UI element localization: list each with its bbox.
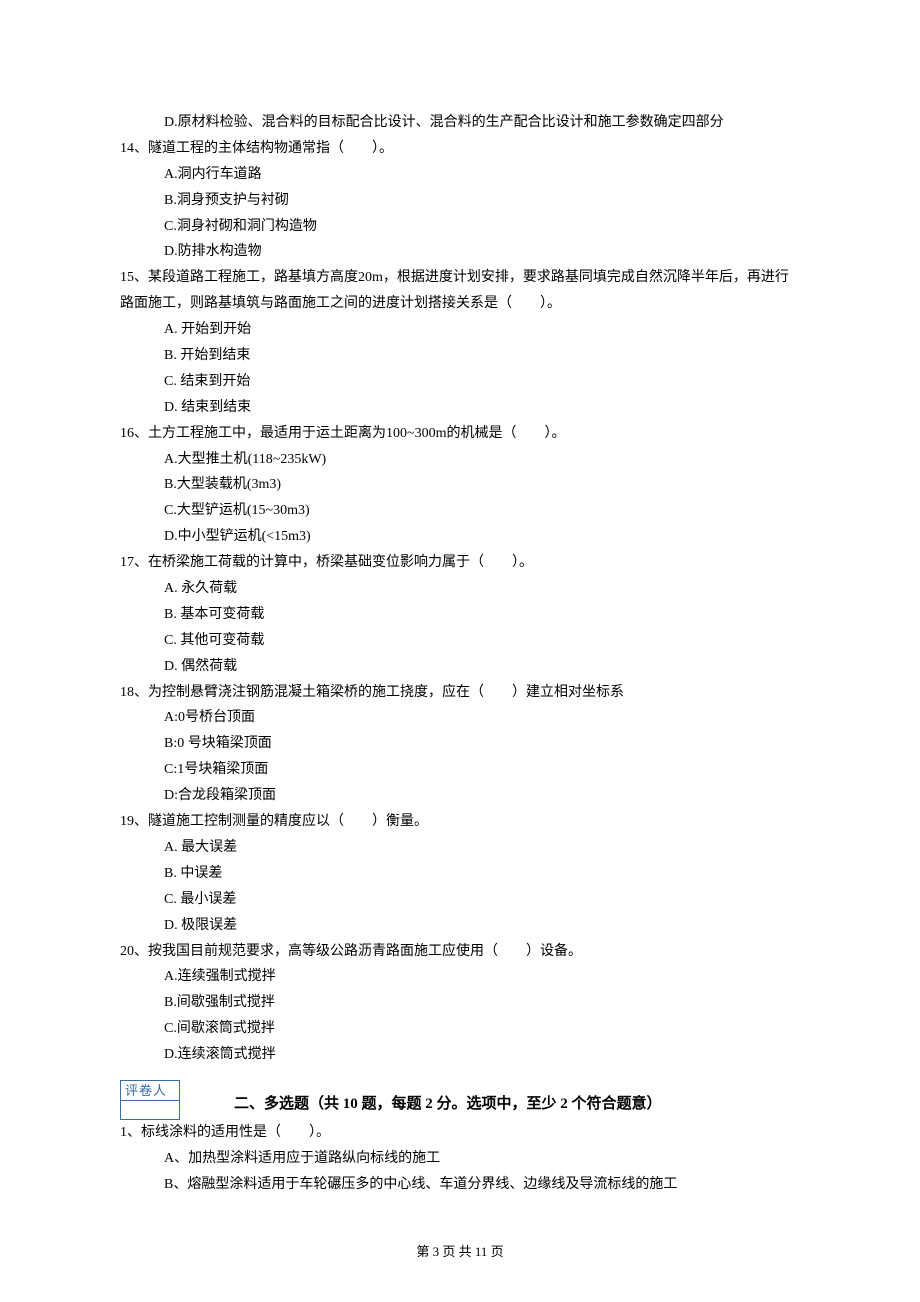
q17-option-d: D. 偶然荷载 [120,654,800,680]
q17-text: 、在桥梁施工荷载的计算中，桥梁基础变位影响力属于（ ）。 [134,555,533,570]
s2-q1-option-a: A、加热型涂料适用应于道路纵向标线的施工 [120,1146,800,1172]
question-15: 15、某段道路工程施工，路基填方高度20m，根据进度计划安排，要求路基同填完成自… [120,265,800,420]
q17-stem: 17、在桥梁施工荷载的计算中，桥梁基础变位影响力属于（ ）。 [120,550,800,576]
q17-option-b: B. 基本可变荷载 [120,602,800,628]
question-19: 19、隧道施工控制测量的精度应以（ ）衡量。 A. 最大误差 B. 中误差 C.… [120,809,800,938]
q20-text: 、按我国目前规范要求，高等级公路沥青路面施工应使用（ ）设备。 [134,944,582,959]
q14-option-b: B.洞身预支护与衬砌 [120,188,800,214]
q20-option-d: D.连续滚筒式搅拌 [120,1042,800,1068]
question-16: 16、土方工程施工中，最适用于运土距离为100~300m的机械是（ ）。 A.大… [120,421,800,550]
s2-q1-option-b: B、熔融型涂料适用于车轮碾压多的中心线、车道分界线、边缘线及导流标线的施工 [120,1172,800,1198]
q16-option-a: A.大型推土机(118~235kW) [120,447,800,473]
q15-text: 、某段道路工程施工，路基填方高度20m，根据进度计划安排，要求路基同填完成自然沉… [120,270,789,311]
question-14: 14、隧道工程的主体结构物通常指（ ）。 A.洞内行车道路 B.洞身预支护与衬砌… [120,136,800,265]
q19-option-a: A. 最大误差 [120,835,800,861]
q15-option-d: D. 结束到结束 [120,395,800,421]
q16-text: 、土方工程施工中，最适用于运土距离为100~300m的机械是（ ）。 [134,426,565,441]
q15-option-a: A. 开始到开始 [120,317,800,343]
q20-option-b: B.间歇强制式搅拌 [120,990,800,1016]
section2-question-1: 1、标线涂料的适用性是（ ）。 A、加热型涂料适用应于道路纵向标线的施工 B、熔… [120,1120,800,1198]
q14-option-d: D.防排水构造物 [120,239,800,265]
q18-text: 、为控制悬臂浇注钢筋混凝土箱梁桥的施工挠度，应在（ ）建立相对坐标系 [134,685,624,700]
q16-option-d: D.中小型铲运机(<15m3) [120,524,800,550]
q15-num: 15 [120,270,134,285]
q18-num: 18 [120,685,134,700]
question-17: 17、在桥梁施工荷载的计算中，桥梁基础变位影响力属于（ ）。 A. 永久荷载 B… [120,550,800,679]
q20-option-a: A.连续强制式搅拌 [120,964,800,990]
q16-option-c: C.大型铲运机(15~30m3) [120,498,800,524]
reviewer-box: 评卷人 [120,1080,180,1120]
reviewer-blank [121,1101,179,1119]
q19-option-d: D. 极限误差 [120,913,800,939]
q18-stem: 18、为控制悬臂浇注钢筋混凝土箱梁桥的施工挠度，应在（ ）建立相对坐标系 [120,680,800,706]
q19-stem: 19、隧道施工控制测量的精度应以（ ）衡量。 [120,809,800,835]
q14-num: 14 [120,141,134,156]
question-20: 20、按我国目前规范要求，高等级公路沥青路面施工应使用（ ）设备。 A.连续强制… [120,939,800,1068]
q16-stem: 16、土方工程施工中，最适用于运土距离为100~300m的机械是（ ）。 [120,421,800,447]
q14-option-c: C.洞身衬砌和洞门构造物 [120,214,800,240]
q19-num: 19 [120,814,134,829]
q19-option-b: B. 中误差 [120,861,800,887]
s2-q1-text: 、标线涂料的适用性是（ ）。 [127,1125,330,1140]
q18-option-d: D:合龙段箱梁顶面 [120,783,800,809]
s2-q1-stem: 1、标线涂料的适用性是（ ）。 [120,1120,800,1146]
q14-stem: 14、隧道工程的主体结构物通常指（ ）。 [120,136,800,162]
section-2-header: 评卷人 二、多选题（共 10 题，每题 2 分。选项中，至少 2 个符合题意） [120,1080,800,1120]
section-2-title: 二、多选题（共 10 题，每题 2 分。选项中，至少 2 个符合题意） [234,1091,662,1120]
q14-option-a: A.洞内行车道路 [120,162,800,188]
orphan-option-d: D.原材料检验、混合料的目标配合比设计、混合料的生产配合比设计和施工参数确定四部… [120,110,800,136]
q16-option-b: B.大型装载机(3m3) [120,472,800,498]
q18-option-c: C:1号块箱梁顶面 [120,757,800,783]
question-18: 18、为控制悬臂浇注钢筋混凝土箱梁桥的施工挠度，应在（ ）建立相对坐标系 A:0… [120,680,800,809]
q20-stem: 20、按我国目前规范要求，高等级公路沥青路面施工应使用（ ）设备。 [120,939,800,965]
q16-num: 16 [120,426,134,441]
q14-text: 、隧道工程的主体结构物通常指（ ）。 [134,141,393,156]
q18-option-b: B:0 号块箱梁顶面 [120,731,800,757]
page-footer: 第 3 页 共 11 页 [0,1240,920,1264]
q15-option-b: B. 开始到结束 [120,343,800,369]
q18-option-a: A:0号桥台顶面 [120,705,800,731]
q17-option-c: C. 其他可变荷载 [120,628,800,654]
q19-text: 、隧道施工控制测量的精度应以（ ）衡量。 [134,814,428,829]
q15-stem: 15、某段道路工程施工，路基填方高度20m，根据进度计划安排，要求路基同填完成自… [120,265,800,317]
q17-num: 17 [120,555,134,570]
q20-option-c: C.间歇滚筒式搅拌 [120,1016,800,1042]
q17-option-a: A. 永久荷载 [120,576,800,602]
reviewer-label: 评卷人 [121,1081,179,1101]
s2-q1-num: 1 [120,1125,127,1140]
q15-option-c: C. 结束到开始 [120,369,800,395]
q20-num: 20 [120,944,134,959]
q19-option-c: C. 最小误差 [120,887,800,913]
